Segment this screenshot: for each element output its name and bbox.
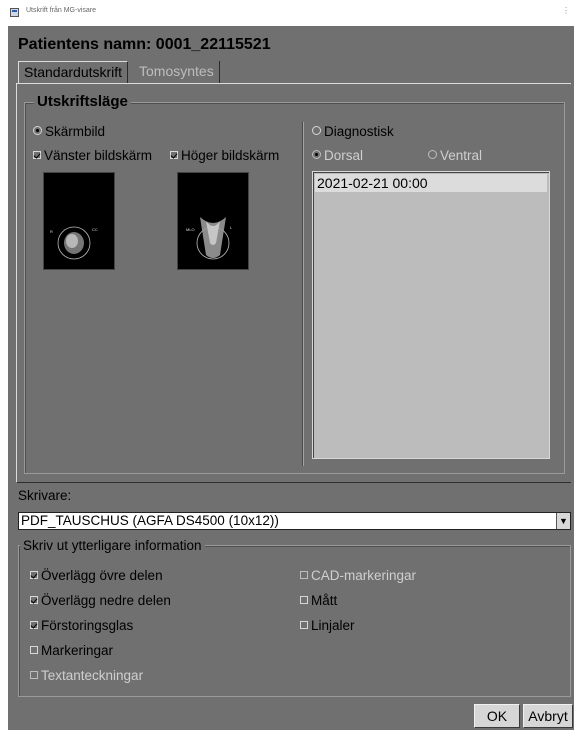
- measurements-checkbox[interactable]: Mått: [300, 593, 337, 608]
- right-screen-thumbnail[interactable]: MLO L: [177, 172, 249, 270]
- tab-tomosynthesis[interactable]: Tomosyntes: [134, 61, 220, 83]
- svg-text:CC: CC: [92, 227, 98, 232]
- left-screen-thumbnail[interactable]: R CC: [43, 172, 115, 270]
- patient-name: Patientens namn: 0001_22115521: [18, 36, 271, 53]
- screen-image-radio[interactable]: Skärmbild: [33, 124, 105, 139]
- mammogram-right-image: MLO L: [178, 173, 248, 269]
- left-screen-checkbox[interactable]: Vänster bildskärm: [33, 148, 152, 163]
- extra-info-label: Skriv ut ytterligare information: [20, 538, 205, 553]
- text-annotations-checkbox[interactable]: Textanteckningar: [30, 668, 143, 683]
- magnifier-checkbox[interactable]: Förstoringsglas: [30, 618, 133, 633]
- checkbox-unchecked-icon: [300, 571, 308, 579]
- svg-text:MLO: MLO: [186, 227, 195, 232]
- title-bar: Utskrift från MG-visare ⋮: [0, 0, 574, 26]
- tab-standard-print[interactable]: Standardutskrift: [18, 61, 129, 83]
- right-screen-checkbox[interactable]: Höger bildskärm: [170, 148, 279, 163]
- checkbox-unchecked-icon: [300, 621, 308, 629]
- printer-select[interactable]: PDF_TAUSCHUS (AGFA DS4500 (10x12)) ▼: [18, 512, 571, 530]
- overlay-bottom-checkbox[interactable]: Överlägg nedre delen: [30, 593, 171, 608]
- cancel-button[interactable]: Avbryt: [523, 704, 573, 728]
- exam-list-item[interactable]: 2021-02-21 00:00: [315, 174, 547, 192]
- dropdown-arrow-icon[interactable]: ▼: [556, 513, 570, 529]
- checkbox-checked-icon: [30, 621, 38, 629]
- checkbox-unchecked-icon: [300, 596, 308, 604]
- radio-unselected-icon: [428, 150, 437, 159]
- print-mode-label: Utskriftsläge: [34, 93, 131, 110]
- dorsal-radio[interactable]: Dorsal: [312, 148, 363, 163]
- window-menu-icon[interactable]: ⋮: [562, 6, 570, 15]
- window-title: Utskrift från MG-visare: [26, 7, 97, 14]
- checkbox-unchecked-icon: [30, 646, 38, 654]
- checkbox-checked-icon: [30, 596, 38, 604]
- mammogram-left-image: R CC: [44, 173, 114, 269]
- diagnostic-radio[interactable]: Diagnostisk: [312, 124, 394, 139]
- exam-list[interactable]: 2021-02-21 00:00: [312, 171, 550, 459]
- ok-button[interactable]: OK: [474, 704, 520, 728]
- print-dialog: Patientens namn: 0001_22115521 Standardu…: [8, 26, 574, 730]
- radio-selected-icon: [33, 126, 42, 135]
- radio-unselected-icon: [312, 126, 321, 135]
- printer-selected-value: PDF_TAUSCHUS (AGFA DS4500 (10x12)): [21, 513, 279, 528]
- checkbox-checked-icon: [33, 151, 41, 159]
- markings-checkbox[interactable]: Markeringar: [30, 643, 113, 658]
- svg-text:R: R: [50, 229, 53, 234]
- checkbox-checked-icon: [30, 571, 38, 579]
- radio-selected-icon: [312, 150, 321, 159]
- ventral-radio[interactable]: Ventral: [428, 148, 482, 163]
- cad-markings-checkbox[interactable]: CAD-markeringar: [300, 568, 416, 583]
- app-icon: [10, 8, 19, 17]
- rulers-checkbox[interactable]: Linjaler: [300, 618, 355, 633]
- printer-label: Skrivare:: [18, 488, 72, 503]
- checkbox-unchecked-icon: [30, 671, 38, 679]
- checkbox-checked-icon: [170, 151, 178, 159]
- overlay-top-checkbox[interactable]: Överlägg övre delen: [30, 568, 163, 583]
- mode-divider: [302, 122, 304, 466]
